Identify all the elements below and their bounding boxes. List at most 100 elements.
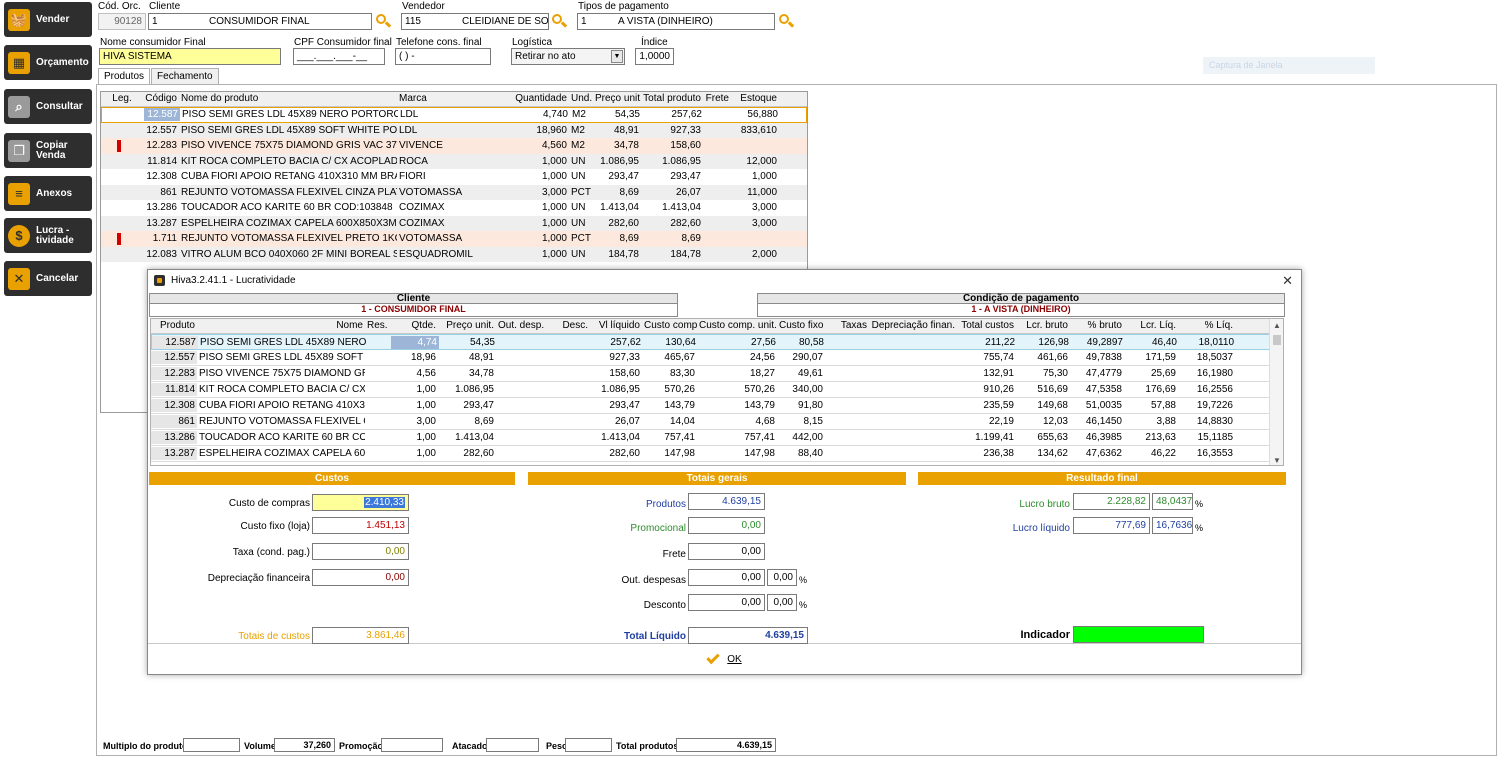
scroll-up-icon[interactable]: ▲ <box>1273 321 1281 330</box>
col-total[interactable]: Total produto <box>641 92 703 106</box>
lucratividade-button[interactable]: $ Lucra - tividade <box>4 218 92 253</box>
table-row[interactable]: 13.287ESPELHEIRA COZIMAX CAPELA 600X850X… <box>151 446 1283 462</box>
lcol-produto[interactable]: Produto <box>151 319 197 333</box>
ok-button[interactable]: OK <box>706 650 742 665</box>
anexos-button[interactable]: ≡ Anexos <box>4 176 92 211</box>
table-row[interactable]: 13.286TOUCADOR ACO KARITE 60 BR COD:1038… <box>101 200 807 216</box>
table-row[interactable]: 12.308CUBA FIORI APOIO RETANG 410X310 MM… <box>151 398 1283 414</box>
lucro-bruto-field[interactable]: 2.228,82 <box>1073 493 1150 510</box>
cliente-search-icon[interactable] <box>375 13 392 29</box>
col-quantidade[interactable]: Quantidade <box>511 92 569 106</box>
logistica-select[interactable]: Retirar no ato ▼ <box>511 48 625 65</box>
lcol-lcr-bruto[interactable]: Lcr. bruto <box>1016 319 1070 333</box>
tipos-pagamento-search-icon[interactable] <box>778 13 795 29</box>
table-row[interactable]: 12.283PISO VIVENCE 75X75 DIAMOND GRIS VA… <box>151 366 1283 382</box>
promocional-field[interactable]: 0,00 <box>688 517 765 534</box>
lcol-pct-liq[interactable]: % Líq. <box>1178 319 1235 333</box>
out-despesas-pct-field[interactable]: 0,00 <box>767 569 797 586</box>
table-row[interactable]: 12.557PISO SEMI GRES LDL 45X89 SOFT WHIT… <box>151 350 1283 366</box>
col-estoque[interactable]: Estoque <box>731 92 779 106</box>
table-row[interactable]: 13.287ESPELHEIRA COZIMAX CAPELA 600X850X… <box>101 215 807 231</box>
multiplo-field[interactable] <box>183 738 240 752</box>
promocao-field[interactable] <box>381 738 443 752</box>
close-icon[interactable]: ✕ <box>1282 273 1293 289</box>
consultar-button[interactable]: ⌕ Consultar <box>4 89 92 124</box>
lcol-custo-comp[interactable]: Custo comp. <box>642 319 697 333</box>
totais-custos-field[interactable]: 3.861,46 <box>312 627 409 644</box>
lucro-liquido-pct-field[interactable]: 16,7636 <box>1152 517 1193 534</box>
lcol-preco[interactable]: Preço unit. <box>438 319 496 333</box>
total-produtos-field[interactable]: 4.639,15 <box>676 738 776 752</box>
col-marca[interactable]: Marca <box>397 92 511 106</box>
telefone-field[interactable]: ( ) - <box>395 48 491 65</box>
table-row[interactable]: 12.083 VITRO ALUM BCO 040X060 2F MINI BOR… <box>101 246 807 262</box>
tab-fechamento[interactable]: Fechamento <box>151 68 219 84</box>
table-row[interactable]: 1.711 REJUNTO VOTOMASSA FLEXIVEL PRETO 1K… <box>101 231 807 247</box>
lucro-liquido-field[interactable]: 777,69 <box>1073 517 1150 534</box>
depreciacao-field[interactable]: 0,00 <box>312 569 409 586</box>
lcol-out-desp[interactable]: Out. desp. <box>496 319 544 333</box>
lcol-total-custos[interactable]: Total custos <box>957 319 1016 333</box>
lcol-qtde[interactable]: Qtde. <box>390 319 438 333</box>
desconto-pct-field[interactable]: 0,00 <box>767 594 797 611</box>
produtos-field[interactable]: 4.639,15 <box>688 493 765 510</box>
col-preco[interactable]: Preço unit. <box>593 92 641 106</box>
total-liquido-field[interactable]: 4.639,15 <box>688 627 808 644</box>
scroll-thumb[interactable] <box>1273 335 1281 345</box>
tab-produtos[interactable]: Produtos <box>98 68 151 84</box>
table-row[interactable]: 861REJUNTO VOTOMASSA FLEXIVEL CINZA PI 3,… <box>151 414 1283 430</box>
lcol-depreciacao[interactable]: Depreciação finan. <box>869 319 957 333</box>
lcol-desc[interactable]: Desc. <box>544 319 590 333</box>
lcol-custo-fixo[interactable]: Custo fixo <box>777 319 825 333</box>
col-codigo[interactable]: Código <box>143 92 179 106</box>
taxa-field[interactable]: 0,00 <box>312 543 409 560</box>
chevron-down-icon[interactable]: ▼ <box>611 50 623 63</box>
table-row[interactable]: 12.557PISO SEMI GRES LDL 45X89 SOFT WHIT… <box>101 122 807 138</box>
lcol-taxas[interactable]: Taxas <box>825 319 869 333</box>
table-row[interactable]: 12.283PISO VIVENCE 75X75 DIAMOND GRIS VA… <box>101 138 807 154</box>
table-row[interactable]: 12.587PISO SEMI GRES LDL 45X89 NERO PORT… <box>151 334 1283 350</box>
lcol-lcr-liq[interactable]: Lcr. Líq. <box>1124 319 1178 333</box>
peso-field[interactable] <box>565 738 612 752</box>
custo-fixo-field[interactable]: 1.451,13 <box>312 517 409 534</box>
copiar-venda-button[interactable]: ❐ Copiar Venda <box>4 133 92 168</box>
table-row[interactable]: 11.814KIT ROCA COMPLETO BACIA C/ CX ACOP… <box>101 153 807 169</box>
table-row[interactable]: 13.286TOUCADOR ACO KARITE 60 BR COD:1038… <box>151 430 1283 446</box>
cpf-field[interactable]: ___.___.___-__ <box>293 48 385 65</box>
volume-field[interactable]: 37,260 <box>274 738 335 752</box>
lcol-custo-comp-unit[interactable]: Custo comp. unit. <box>697 319 777 333</box>
table-row[interactable]: 12.587PISO SEMI GRES LDL 45X89 NERO PORT… <box>101 107 807 123</box>
cancelar-button[interactable]: ✕ Cancelar <box>4 261 92 296</box>
leg-cell <box>102 114 144 116</box>
lcol-pct-bruto[interactable]: % bruto <box>1070 319 1124 333</box>
custo-compras-field[interactable]: 2.410,33 <box>312 494 409 511</box>
table-row[interactable]: 11.814KIT ROCA COMPLETO BACIA C/ CX ACOP… <box>151 382 1283 398</box>
col-und[interactable]: Und. <box>569 92 593 106</box>
lcol-nome[interactable]: Nome <box>197 319 365 333</box>
col-leg[interactable]: Leg. <box>101 92 143 106</box>
cliente-field[interactable]: 1 CONSUMIDOR FINAL <box>148 13 372 30</box>
vender-button[interactable]: 🧺 Vender <box>4 2 92 37</box>
col-frete[interactable]: Frete <box>703 92 731 106</box>
nome-cell: CUBA FIORI APOIO RETANG 410X310 MM <box>199 400 365 411</box>
atacado-field[interactable] <box>486 738 539 752</box>
table-row[interactable]: 861 REJUNTO VOTOMASSA FLEXIVEL CINZA PLAT… <box>101 184 807 200</box>
desconto-field[interactable]: 0,00 <box>688 594 765 611</box>
scroll-down-icon[interactable]: ▼ <box>1273 456 1281 465</box>
vertical-scrollbar[interactable]: ▲ ▼ <box>1269 319 1283 465</box>
lucro-bruto-pct-field[interactable]: 48,0437 <box>1152 493 1193 510</box>
out-despesas-field[interactable]: 0,00 <box>688 569 765 586</box>
produto-cell: 13.287 <box>151 447 197 460</box>
quantidade-cell: 4,560 <box>541 140 567 152</box>
lcol-vl-liquido[interactable]: Vl líquido <box>590 319 642 333</box>
tipos-pagamento-field[interactable]: 1 A VISTA (DINHEIRO) <box>577 13 775 30</box>
vendedor-field[interactable]: 115 CLEIDIANE DE SOUSA <box>401 13 549 30</box>
table-row[interactable]: 12.308CUBA FIORI APOIO RETANG 410X310 MM… <box>101 169 807 185</box>
vendedor-search-icon[interactable] <box>551 13 568 29</box>
indice-field[interactable]: 1,0000 <box>635 48 674 65</box>
frete-field[interactable]: 0,00 <box>688 543 765 560</box>
lcol-res[interactable]: Res. <box>365 319 390 333</box>
nome-consumidor-field[interactable]: HIVA SISTEMA <box>99 48 281 65</box>
col-nome[interactable]: Nome do produto <box>179 92 397 106</box>
orcamento-button[interactable]: ▦ Orçamento <box>4 45 92 80</box>
